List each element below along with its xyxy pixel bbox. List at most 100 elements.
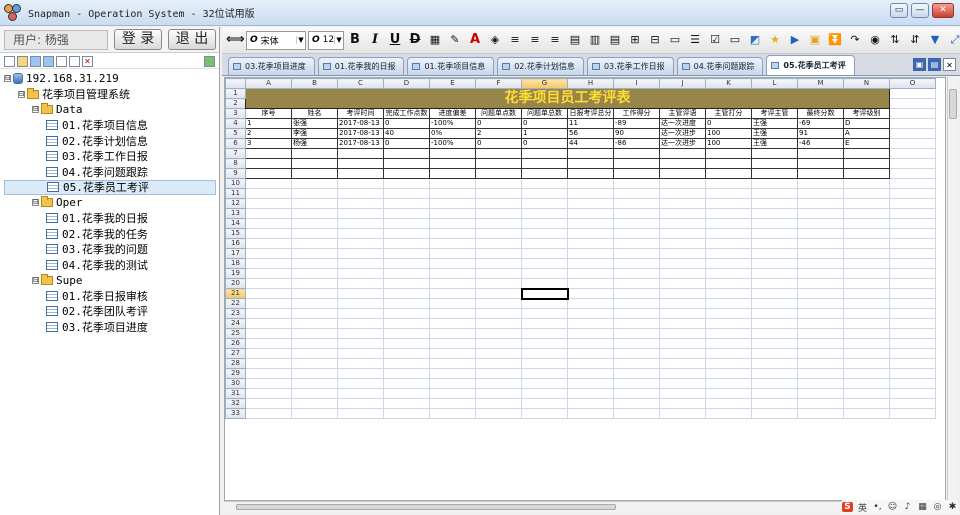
column-header[interactable]: F bbox=[475, 78, 522, 89]
cell[interactable] bbox=[705, 358, 752, 369]
cell[interactable] bbox=[429, 178, 476, 189]
cell[interactable] bbox=[429, 218, 476, 229]
cell[interactable] bbox=[383, 398, 430, 409]
cell[interactable] bbox=[567, 198, 614, 209]
column-title-cell[interactable]: 主管评语 bbox=[659, 108, 706, 119]
cell[interactable] bbox=[291, 358, 338, 369]
cell[interactable] bbox=[751, 398, 798, 409]
cell[interactable] bbox=[613, 398, 660, 409]
cell[interactable] bbox=[475, 218, 522, 229]
cell[interactable] bbox=[245, 288, 292, 299]
data-cell[interactable]: 0 bbox=[383, 138, 430, 149]
cell[interactable] bbox=[843, 228, 890, 239]
cell[interactable] bbox=[245, 188, 292, 199]
row-header[interactable]: 21 bbox=[225, 288, 246, 299]
cell[interactable] bbox=[843, 258, 890, 269]
spreadsheet-grid[interactable]: A B C D E F G H I J K L M N O 1 花季项目员工考评表 2 3 序号 姓名 考评时间 完成工作点… bbox=[225, 78, 936, 419]
column-header[interactable]: M bbox=[797, 78, 844, 89]
horizontal-scrollbar[interactable] bbox=[224, 501, 946, 512]
data-cell[interactable]: 2017-08-13 bbox=[337, 118, 384, 129]
cell[interactable] bbox=[245, 328, 292, 339]
cell[interactable] bbox=[245, 308, 292, 319]
cell[interactable] bbox=[797, 298, 844, 309]
cell[interactable] bbox=[751, 348, 798, 359]
sheet-title[interactable]: 花季项目员工考评表 bbox=[245, 88, 890, 109]
cell[interactable] bbox=[705, 218, 752, 229]
cell[interactable] bbox=[429, 378, 476, 389]
cell[interactable] bbox=[705, 178, 752, 189]
save-icon[interactable] bbox=[30, 56, 41, 67]
data-cell[interactable]: 达一次进度 bbox=[659, 118, 706, 129]
cell[interactable] bbox=[659, 328, 706, 339]
cell[interactable] bbox=[291, 238, 338, 249]
row-header[interactable]: 31 bbox=[225, 388, 246, 399]
column-title-cell[interactable]: 问题单点数 bbox=[475, 108, 522, 119]
cell[interactable] bbox=[843, 208, 890, 219]
cell[interactable] bbox=[291, 408, 338, 419]
cell[interactable] bbox=[245, 358, 292, 369]
cell[interactable] bbox=[797, 178, 844, 189]
tab-7[interactable]: 05.花季员工考评 bbox=[766, 55, 855, 75]
funnel-icon[interactable]: ▼ bbox=[926, 31, 944, 49]
cell[interactable] bbox=[613, 308, 660, 319]
cell[interactable] bbox=[245, 208, 292, 219]
cell[interactable] bbox=[521, 308, 568, 319]
align-left-icon[interactable]: ▤ bbox=[566, 31, 584, 49]
font-name-select[interactable]: O 宋体 ▼ bbox=[246, 30, 306, 50]
cell[interactable] bbox=[291, 388, 338, 399]
font-size-select[interactable]: O 12 ▼ bbox=[308, 30, 344, 50]
data-cell[interactable]: 44 bbox=[567, 138, 614, 149]
row-header[interactable]: 5 bbox=[225, 128, 246, 139]
ime-logo-icon[interactable]: S bbox=[842, 502, 853, 512]
cell[interactable] bbox=[521, 158, 568, 169]
cell[interactable] bbox=[797, 208, 844, 219]
data-cell[interactable]: 0% bbox=[429, 128, 476, 139]
cell[interactable] bbox=[751, 358, 798, 369]
tree-node[interactable]: 02.花季团队考评 bbox=[46, 304, 148, 319]
cell[interactable] bbox=[337, 398, 384, 409]
cell[interactable] bbox=[429, 368, 476, 379]
row-header[interactable]: 25 bbox=[225, 328, 246, 339]
filter-icon[interactable]: ⏬ bbox=[826, 31, 844, 49]
strikethrough-icon[interactable]: D bbox=[406, 31, 424, 49]
data-cell[interactable]: 1 bbox=[521, 128, 568, 139]
cell[interactable] bbox=[475, 328, 522, 339]
cell[interactable] bbox=[843, 158, 890, 169]
tree-node[interactable]: 01.花季项目信息 bbox=[46, 118, 148, 133]
data-cell[interactable]: 0 bbox=[383, 118, 430, 129]
cell[interactable] bbox=[659, 368, 706, 379]
cell[interactable] bbox=[383, 248, 430, 259]
cell[interactable] bbox=[567, 388, 614, 399]
data-cell[interactable]: -69 bbox=[797, 118, 844, 129]
tile-windows-icon[interactable]: ▣ bbox=[913, 58, 926, 71]
cell[interactable] bbox=[889, 238, 936, 249]
cell[interactable] bbox=[843, 378, 890, 389]
cell[interactable] bbox=[797, 348, 844, 359]
align-bottom-icon[interactable]: ≡ bbox=[546, 31, 564, 49]
cell[interactable] bbox=[521, 348, 568, 359]
cell[interactable] bbox=[567, 378, 614, 389]
cell[interactable] bbox=[751, 298, 798, 309]
cell[interactable] bbox=[291, 308, 338, 319]
column-title-cell[interactable]: 考评时间 bbox=[337, 108, 384, 119]
column-header[interactable]: G bbox=[521, 78, 568, 89]
cell[interactable] bbox=[843, 358, 890, 369]
merge-cells-icon[interactable]: ⊞ bbox=[626, 31, 644, 49]
column-header[interactable]: N bbox=[843, 78, 890, 89]
cell[interactable] bbox=[521, 278, 568, 289]
cell[interactable] bbox=[383, 358, 430, 369]
cell[interactable] bbox=[843, 388, 890, 399]
cell[interactable] bbox=[705, 408, 752, 419]
cell[interactable] bbox=[383, 368, 430, 379]
cell[interactable] bbox=[429, 268, 476, 279]
cell[interactable] bbox=[705, 318, 752, 329]
cell[interactable] bbox=[797, 358, 844, 369]
cell[interactable] bbox=[889, 328, 936, 339]
cell[interactable] bbox=[843, 248, 890, 259]
cell[interactable] bbox=[429, 208, 476, 219]
cell[interactable] bbox=[383, 288, 430, 299]
paste-icon[interactable] bbox=[69, 56, 80, 67]
column-header[interactable]: L bbox=[751, 78, 798, 89]
cell[interactable] bbox=[475, 288, 522, 299]
data-cell[interactable]: E bbox=[843, 138, 890, 149]
